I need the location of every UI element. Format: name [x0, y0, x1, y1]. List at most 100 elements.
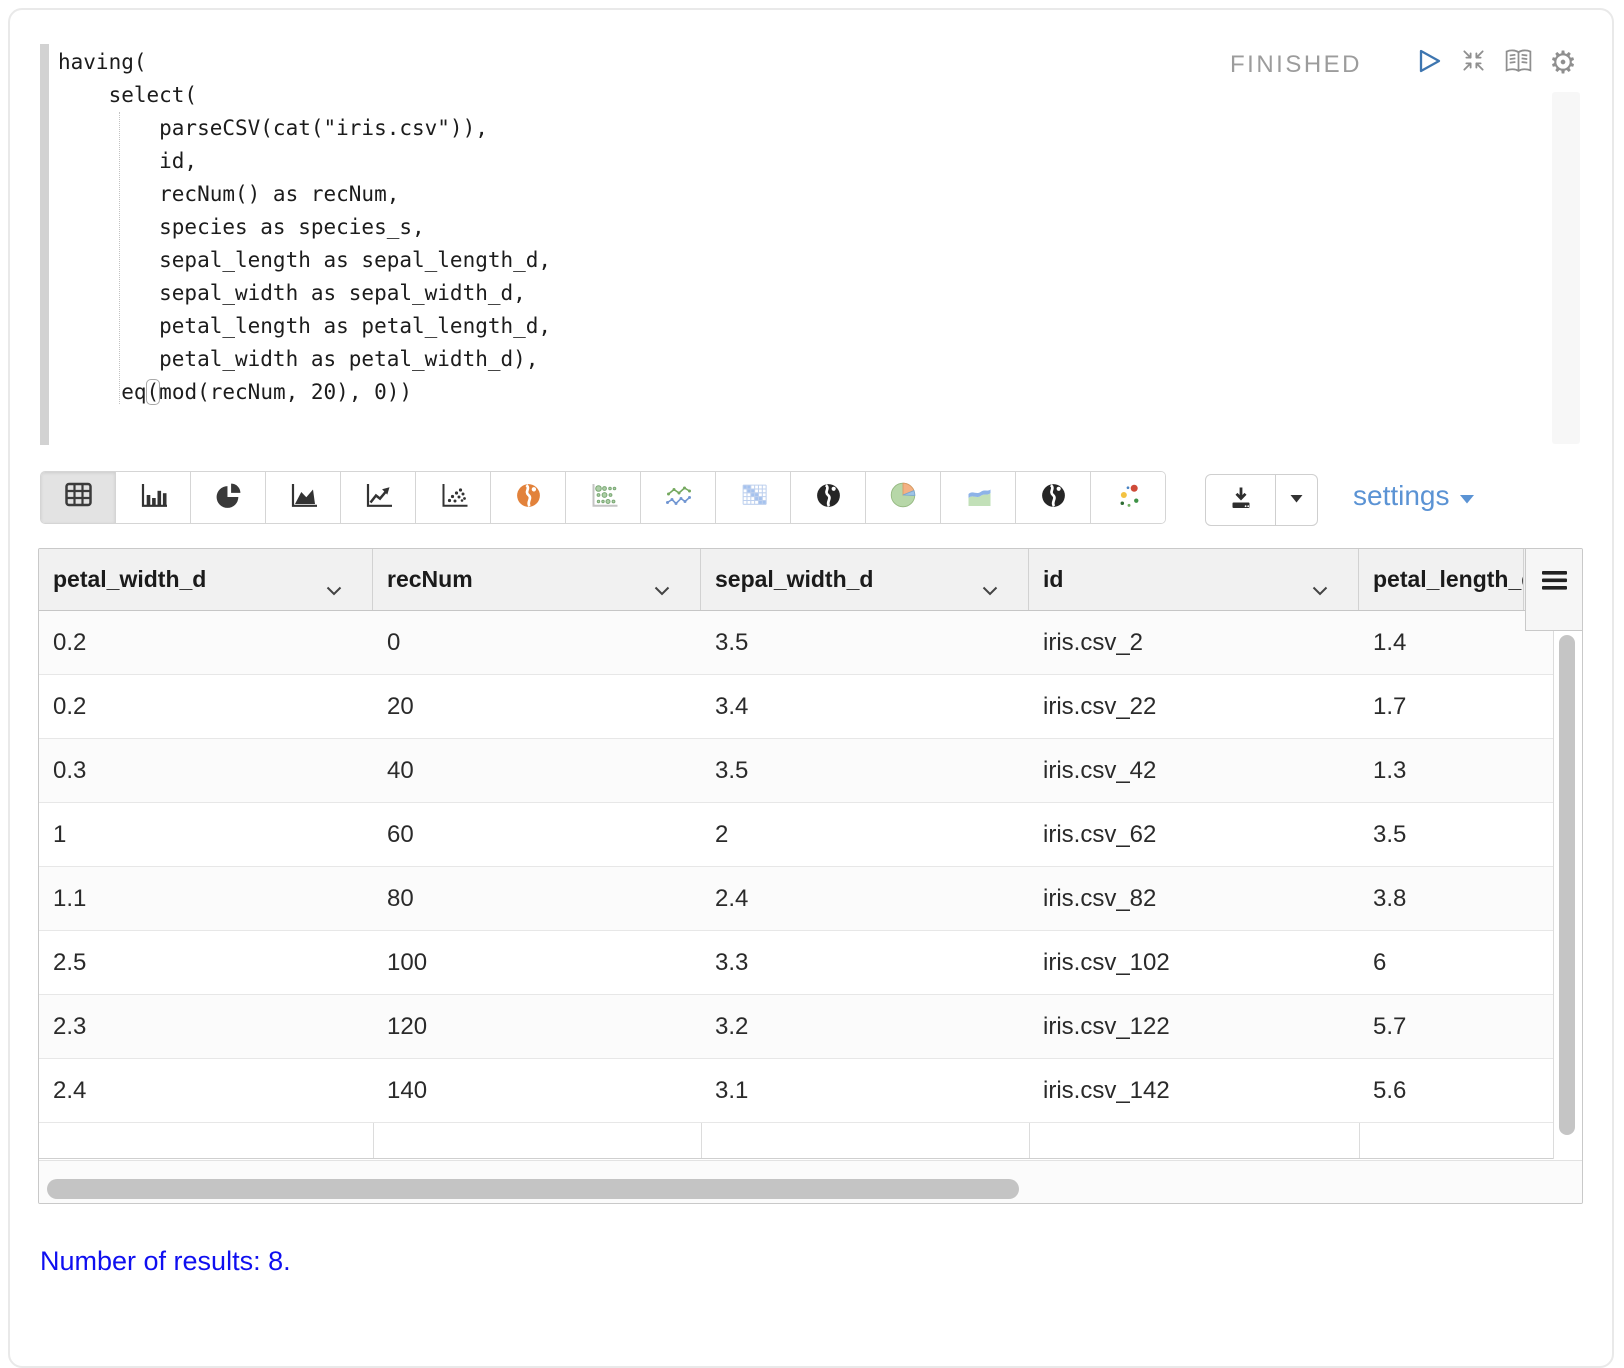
table-cell: 3.4	[701, 675, 1029, 738]
editor-gutter	[40, 44, 49, 445]
pie-chart-icon	[214, 481, 243, 515]
chart-type-map[interactable]	[491, 472, 566, 523]
table-menu-button[interactable]	[1525, 549, 1582, 631]
chart-type-bar-chart[interactable]	[116, 472, 191, 523]
chart-type-globe-map[interactable]	[791, 472, 866, 523]
table-row: 1.1802.4iris.csv_823.8	[39, 867, 1553, 931]
paragraph-settings-button[interactable]: ⚙	[1548, 48, 1578, 78]
table-cell: 1.3	[1359, 739, 1553, 802]
settings-toggle[interactable]: settings	[1353, 480, 1475, 512]
results-count-text: Number of results: 8.	[40, 1246, 291, 1277]
bar-chart-icon	[138, 481, 169, 514]
table-body-end-divider	[39, 1158, 1553, 1159]
table-cell: 1.7	[1359, 675, 1553, 738]
collapse-button[interactable]	[1458, 48, 1488, 78]
chart-type-table[interactable]	[41, 472, 116, 523]
code-line: petal_length as petal_length_d,	[58, 310, 551, 343]
table-cell: 120	[373, 995, 701, 1058]
code-line: eq(mod(recNum, 20), 0))	[58, 376, 551, 409]
column-header-label: id	[1043, 566, 1063, 593]
report-view-button[interactable]	[1503, 48, 1533, 78]
menu-icon	[1542, 571, 1567, 595]
scatter-plot-icon	[438, 481, 469, 514]
paragraph-status: FINISHED	[1230, 51, 1362, 79]
table-cell: 3.3	[701, 931, 1029, 994]
column-header-recNum[interactable]: recNum	[373, 549, 701, 610]
table-cell: 0.2	[39, 675, 373, 738]
code-line: having(	[58, 46, 551, 79]
download-split-button	[1205, 474, 1318, 526]
table-cell: 5.6	[1359, 1059, 1553, 1122]
table-row: 0.203.5iris.csv_21.4	[39, 611, 1553, 675]
table-row: 2.41403.1iris.csv_1425.6	[39, 1059, 1553, 1123]
heatmap-icon	[739, 481, 768, 515]
column-header-id[interactable]: id	[1029, 549, 1359, 610]
table-cell: 2.4	[701, 867, 1029, 930]
chevron-down-icon[interactable]	[1312, 575, 1328, 602]
table-row: 2.31203.2iris.csv_1225.7	[39, 995, 1553, 1059]
settings-label: settings	[1353, 480, 1450, 512]
column-header-petal_width_d[interactable]: petal_width_d	[39, 549, 373, 610]
area-colored-icon	[963, 481, 994, 514]
play-icon	[1415, 48, 1442, 79]
editor-scrollbar[interactable]	[1552, 92, 1580, 444]
table-cell: 1.1	[39, 867, 373, 930]
table-cell: 3.5	[701, 739, 1029, 802]
chart-type-area-chart-colored[interactable]	[941, 472, 1016, 523]
chevron-down-icon[interactable]	[654, 575, 670, 602]
table-horizontal-scrollbar[interactable]	[47, 1179, 1019, 1199]
table-cell: 0.2	[39, 611, 373, 674]
chart-type-scatter-plot[interactable]	[416, 472, 491, 523]
table-cell: iris.csv_2	[1029, 611, 1359, 674]
table-row: 0.2203.4iris.csv_221.7	[39, 675, 1553, 739]
code-line: id,	[58, 145, 551, 178]
table-cell: 3.1	[701, 1059, 1029, 1122]
download-options-button[interactable]	[1276, 475, 1317, 525]
code-line: parseCSV(cat("iris.csv")),	[58, 112, 551, 145]
column-header-petal_length_d[interactable]: petal_length_d	[1359, 549, 1524, 610]
code-line: recNum() as recNum,	[58, 178, 551, 211]
gear-icon: ⚙	[1549, 49, 1577, 78]
result-table: petal_width_d recNum sepal_width_d id petal_…	[38, 548, 1583, 1204]
code-editor-text[interactable]: having( select( parseCSV(cat("iris.csv")…	[58, 46, 551, 409]
collapse-icon	[1460, 47, 1487, 79]
chart-type-pie-chart[interactable]	[191, 472, 266, 523]
table-cell: iris.csv_22	[1029, 675, 1359, 738]
run-button[interactable]	[1413, 48, 1443, 78]
globe-dark-icon	[814, 481, 843, 515]
column-header-label: sepal_width_d	[715, 566, 873, 593]
globe-orange-icon	[514, 481, 543, 515]
chart-type-heatmap[interactable]	[716, 472, 791, 523]
chart-type-bubble-matrix[interactable]	[566, 472, 641, 523]
chart-type-line-chart[interactable]	[341, 472, 416, 523]
table-cell: iris.csv_82	[1029, 867, 1359, 930]
chart-type-area-chart[interactable]	[266, 472, 341, 523]
paragraph-controls: ⚙	[1413, 48, 1578, 78]
table-cell: 1.4	[1359, 611, 1553, 674]
bubble-matrix-icon	[588, 481, 619, 514]
table-cell: 3.8	[1359, 867, 1553, 930]
column-header-label: petal_width_d	[53, 566, 206, 593]
table-icon	[63, 481, 94, 514]
chart-type-multi-line-chart[interactable]	[641, 472, 716, 523]
column-header-sepal_width_d[interactable]: sepal_width_d	[701, 549, 1029, 610]
download-button[interactable]	[1206, 475, 1276, 525]
scatter-colored-icon	[1114, 481, 1143, 515]
table-cell: 2.5	[39, 931, 373, 994]
chevron-down-icon[interactable]	[326, 575, 342, 602]
table-cell: iris.csv_42	[1029, 739, 1359, 802]
table-cell: 0.3	[39, 739, 373, 802]
table-cell: 6	[1359, 931, 1553, 994]
table-vertical-scrollbar[interactable]	[1559, 635, 1575, 1135]
chart-type-globe-map-2[interactable]	[1016, 472, 1091, 523]
table-cell: 100	[373, 931, 701, 994]
chart-type-scatter-colored[interactable]	[1091, 472, 1165, 523]
code-line: species as species_s,	[58, 211, 551, 244]
chevron-down-icon[interactable]	[982, 575, 998, 602]
chart-type-pie-chart-colored[interactable]	[866, 472, 941, 523]
code-line: sepal_length as sepal_length_d,	[58, 244, 551, 277]
column-divider	[1553, 611, 1554, 1159]
table-cell: 60	[373, 803, 701, 866]
table-header-row: petal_width_d recNum sepal_width_d id petal_…	[39, 549, 1582, 611]
code-line: select(	[58, 79, 551, 112]
